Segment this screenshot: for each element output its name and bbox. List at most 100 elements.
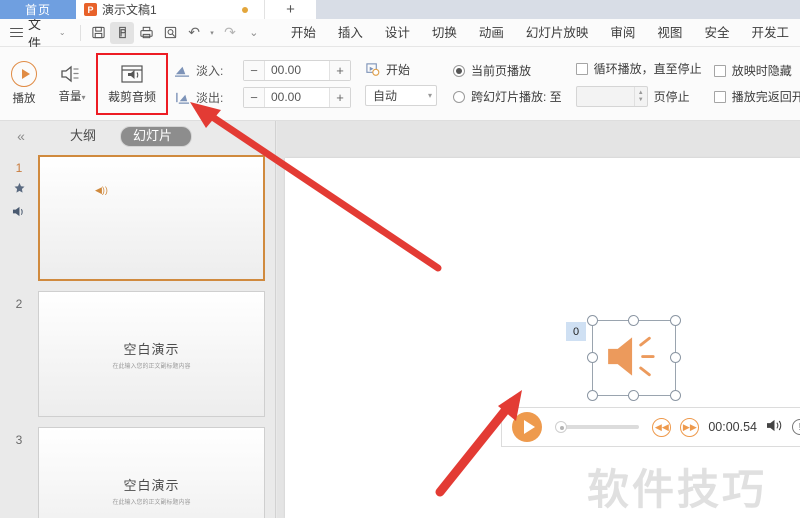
radio-current-page-row[interactable]: 当前页播放 — [453, 62, 562, 79]
slide-meta: 3 — [0, 427, 38, 447]
tab-outline[interactable]: 大纲 — [60, 126, 106, 146]
ribbon-tab-developer[interactable]: 开发工 — [740, 19, 800, 47]
undo-icon[interactable]: ↶ — [182, 22, 206, 44]
page-stop-spinner-arrows[interactable]: ▲ ▼ — [633, 87, 647, 106]
thumbnail-audio-icon: ◀)) — [95, 185, 108, 195]
undo-dropdown-icon[interactable]: ▾ — [206, 22, 218, 44]
animation-order-badge: 0 — [566, 322, 586, 341]
export-pdf-icon[interactable] — [110, 21, 135, 44]
radio-current-page[interactable] — [453, 64, 465, 77]
ribbon-tab-review[interactable]: 审阅 — [599, 19, 646, 47]
progress-slider[interactable] — [555, 421, 640, 433]
fade-in-row: 淡入: − 00.00 + — [174, 59, 351, 81]
start-mode-value: 自动 — [373, 89, 398, 103]
list-item[interactable]: 1 ◀)) — [0, 155, 275, 281]
animation-icon — [13, 182, 26, 198]
checkbox-rewind-row[interactable]: 播放完返回开头 — [713, 88, 800, 105]
forward-button[interactable]: ▶▶ — [680, 417, 700, 437]
ribbon-tab-design[interactable]: 设计 — [374, 19, 421, 47]
fade-out-decrement[interactable]: − — [244, 87, 265, 107]
fade-settings-group: 淡入: − 00.00 + 淡出: − 00.00 + — [168, 47, 357, 120]
volume-icon — [61, 65, 79, 83]
resize-handle-sw[interactable] — [587, 390, 598, 401]
ribbon-tab-insert[interactable]: 插入 — [327, 19, 374, 47]
play-button-label: 播放 — [12, 93, 36, 105]
volume-button[interactable]: 音量▾ — [48, 47, 96, 120]
customize-toolbar-icon[interactable]: ⌄ — [242, 22, 266, 44]
resize-handle-nw[interactable] — [587, 315, 598, 326]
checkbox-loop[interactable] — [575, 62, 588, 75]
fade-in-stepper[interactable]: − 00.00 + — [243, 59, 351, 81]
resize-handle-se[interactable] — [670, 390, 681, 401]
trim-audio-button[interactable]: 裁剪音频 — [96, 52, 168, 115]
tab-slides[interactable]: 幻灯片 — [120, 125, 193, 147]
redo-icon[interactable]: ↷ — [218, 22, 242, 44]
rewind-button[interactable]: ◀◀ — [652, 417, 672, 437]
slide-number: 2 — [15, 297, 23, 311]
slide-thumbnail[interactable]: ◀)) — [38, 155, 265, 281]
checkbox-loop-row[interactable]: 循环播放，直至停止 — [575, 60, 702, 77]
trim-audio-icon — [121, 64, 143, 83]
radio-across-slides[interactable] — [453, 90, 465, 103]
list-item[interactable]: 3 空白演示 在此输入您的正文副标题内容 — [0, 427, 275, 518]
file-menu-button[interactable]: 文件 ⌄ — [0, 14, 74, 52]
hamburger-icon — [10, 25, 23, 40]
print-preview-icon[interactable] — [158, 22, 182, 44]
checkbox-rewind-after-play[interactable] — [713, 90, 726, 103]
speaker-icon[interactable] — [766, 418, 783, 436]
start-mode-select[interactable]: 自动 ▾ — [365, 85, 437, 106]
fade-in-value[interactable]: 00.00 — [265, 61, 329, 80]
checkbox-hide-during-show[interactable] — [713, 64, 726, 77]
fade-out-value[interactable]: 00.00 — [265, 88, 329, 107]
fade-out-label: 淡出: — [196, 90, 224, 105]
collapse-panel-icon[interactable]: « — [8, 128, 34, 144]
resize-handle-ne[interactable] — [670, 315, 681, 326]
ribbon-tab-transition[interactable]: 切换 — [421, 19, 468, 47]
fade-in-decrement[interactable]: − — [244, 60, 265, 80]
slide-subtitle: 在此输入您的正文副标题内容 — [112, 499, 191, 506]
progress-knob[interactable] — [555, 421, 567, 433]
slide-number: 1 — [15, 161, 23, 175]
tab-home[interactable]: 首页 — [0, 0, 76, 19]
play-button[interactable]: 播放 — [0, 47, 48, 120]
ribbon-tab-start[interactable]: 开始 — [280, 19, 327, 47]
ribbon-tab-slideshow[interactable]: 幻灯片放映 — [515, 19, 600, 47]
new-tab-button[interactable]: + — [264, 0, 316, 19]
fade-out-stepper[interactable]: − 00.00 + — [243, 86, 351, 108]
fade-in-label: 淡入: — [196, 63, 224, 78]
resize-handle-n[interactable] — [628, 315, 639, 326]
radio-across-slides-row[interactable]: 跨幻灯片播放: 至 — [453, 88, 562, 105]
list-item[interactable]: 2 空白演示 在此输入您的正文副标题内容 — [0, 291, 275, 417]
ribbon-tab-animation[interactable]: 动画 — [468, 19, 515, 47]
play-button[interactable] — [512, 412, 542, 442]
audio-object[interactable]: 0 — [566, 315, 681, 401]
resize-handle-s[interactable] — [628, 390, 639, 401]
ribbon-tab-security[interactable]: 安全 — [693, 19, 740, 47]
audio-icon — [12, 205, 26, 221]
fade-out-increment[interactable]: + — [329, 87, 350, 107]
ribbon-tab-list: 开始 插入 设计 切换 动画 幻灯片放映 审阅 视图 安全 开发工 — [280, 19, 800, 47]
checkbox-hide-row[interactable]: 放映时隐藏 — [713, 62, 800, 79]
time-display: 00:00.54 — [708, 420, 757, 434]
undo-caret-glyph: ▾ — [210, 29, 214, 37]
fade-in-increment[interactable]: + — [329, 60, 350, 80]
wps-presentation-icon: P — [84, 3, 97, 16]
page-stop-input[interactable]: ▲ ▼ — [575, 86, 648, 107]
tab-strip-filler — [316, 0, 800, 19]
slide-navigator-panel: « 大纲 幻灯片 1 ◀)) 2 空白演示 在此输入您的正文副标题内容 3 空白… — [0, 121, 276, 518]
resize-handle-e[interactable] — [670, 352, 681, 363]
slide-canvas[interactable]: 0 ◀◀ ▶▶ 00:00.54 软件技巧 — [285, 158, 800, 518]
start-label: 开始 — [386, 63, 411, 77]
slide-title: 空白演示 — [123, 341, 180, 357]
print-icon[interactable] — [134, 22, 158, 44]
panel-header: « 大纲 幻灯片 — [0, 121, 275, 151]
tab-document[interactable]: P 演示文稿1 — [76, 0, 226, 19]
slide-thumbnail[interactable]: 空白演示 在此输入您的正文副标题内容 — [38, 427, 265, 518]
resize-handle-w[interactable] — [587, 352, 598, 363]
info-icon[interactable]: ! — [792, 419, 800, 435]
slide-thumbnail[interactable]: 空白演示 在此输入您的正文副标题内容 — [38, 291, 265, 417]
ribbon-tab-view[interactable]: 视图 — [646, 19, 693, 47]
save-icon[interactable] — [87, 22, 111, 44]
fade-in-icon — [175, 66, 190, 77]
redo-glyph: ↷ — [224, 24, 236, 40]
